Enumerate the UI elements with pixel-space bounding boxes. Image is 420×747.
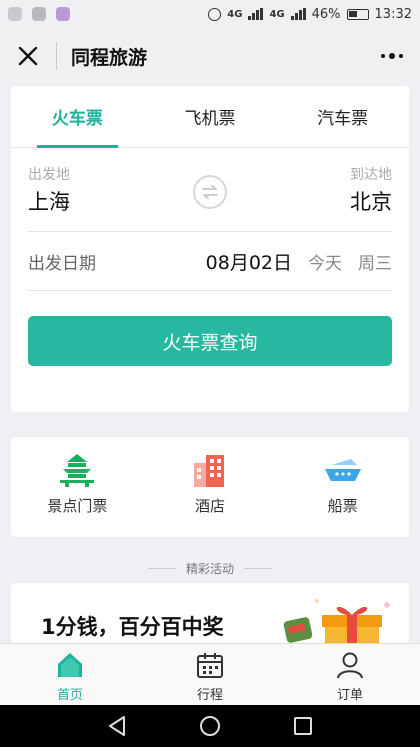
system-navigation-bar <box>0 705 420 747</box>
departure-label: 出发地 <box>28 167 70 183</box>
home-system-button[interactable] <box>196 712 224 740</box>
back-triangle-icon <box>108 716 125 736</box>
status-right: 4G 4G 46% 13:32 <box>208 7 412 22</box>
quick-link-ship-tickets[interactable]: 船票 <box>276 437 409 537</box>
train-ticket-search-button[interactable]: 火车票查询 <box>28 316 392 366</box>
more-dot <box>389 53 395 59</box>
quick-link-label: 酒店 <box>195 497 226 515</box>
close-button[interactable] <box>0 28 56 84</box>
date-label: 出发日期 <box>28 253 96 274</box>
divider-line <box>147 568 176 569</box>
recents-square-icon <box>294 717 313 735</box>
date-today: 今天 <box>308 253 342 274</box>
page-title: 同程旅游 <box>71 46 148 69</box>
more-dot <box>399 54 403 58</box>
departure-city[interactable]: 上海 <box>28 186 70 216</box>
quick-link-label: 景点门票 <box>47 497 108 515</box>
alarm-icon <box>208 7 222 21</box>
close-icon <box>18 46 38 66</box>
home-icon <box>58 653 82 677</box>
bottom-tab-bar: 首页 行程 订单 <box>0 643 420 705</box>
gift-box-icon <box>283 599 390 643</box>
notification-icons <box>8 7 70 21</box>
quick-link-hotel[interactable]: 酒店 <box>144 437 277 537</box>
swap-icon <box>202 185 218 199</box>
attraction-ticket-icon <box>60 454 95 487</box>
tab-home[interactable]: 首页 <box>0 644 140 705</box>
section-title-text: 精彩活动 <box>185 562 234 576</box>
ticket-search-card: 火车票 飞机票 汽车票 出发地 上海 到达地 北京 出发日期 08月02日 今天… <box>11 86 409 412</box>
promo-banner[interactable]: 1分钱，百分百中奖 <box>11 583 409 643</box>
calendar-icon <box>197 653 223 678</box>
signal-icon <box>248 8 264 20</box>
status-bar: 4G 4G 46% 13:32 <box>0 0 420 28</box>
arrival-city[interactable]: 北京 <box>350 186 392 216</box>
notification-icon <box>8 7 22 21</box>
arrival-label: 到达地 <box>350 167 392 183</box>
tab-bus-ticket[interactable]: 汽车票 <box>276 86 409 147</box>
signal-icon <box>290 8 306 20</box>
battery-percent: 46% <box>311 6 341 22</box>
ship-icon <box>324 459 361 481</box>
promo-text: 1分钱，百分百中奖 <box>41 615 224 639</box>
swap-cities-button[interactable] <box>193 175 227 209</box>
tab-flight-ticket[interactable]: 飞机票 <box>144 86 277 147</box>
date-value: 08月02日 <box>205 251 292 274</box>
nav-bar: 同程旅游 <box>0 28 420 84</box>
clock: 13:32 <box>374 6 412 22</box>
battery-icon <box>346 8 369 20</box>
recents-button[interactable] <box>289 712 317 740</box>
tab-label: 首页 <box>56 688 83 703</box>
quick-link-attraction-tickets[interactable]: 景点门票 <box>11 437 144 537</box>
notification-icon <box>56 7 70 21</box>
network-label-2: 4G <box>269 8 285 20</box>
nav-divider <box>56 42 57 70</box>
date-weekday: 周三 <box>358 253 392 274</box>
notification-icon <box>32 7 46 21</box>
network-label: 4G <box>227 8 243 20</box>
ticket-type-tabs: 火车票 飞机票 汽车票 <box>11 86 409 148</box>
more-button[interactable] <box>364 28 420 84</box>
tab-label: 订单 <box>336 688 363 703</box>
user-icon <box>337 652 363 679</box>
back-button[interactable] <box>103 712 131 740</box>
tab-itinerary[interactable]: 行程 <box>140 644 280 705</box>
quick-link-label: 船票 <box>327 497 358 515</box>
more-dot <box>381 54 385 58</box>
departure-date-row[interactable]: 出发日期 08月02日 今天 周三 <box>28 232 392 291</box>
hotel-icon <box>194 455 224 487</box>
home-circle-icon <box>199 716 220 736</box>
featured-activities-title: 精彩活动 <box>0 560 420 577</box>
tab-label: 行程 <box>196 688 223 703</box>
quick-links-card: 景点门票 酒店 船票 <box>11 437 409 537</box>
tab-train-ticket[interactable]: 火车票 <box>11 86 144 148</box>
tab-orders[interactable]: 订单 <box>280 644 420 705</box>
route-selector: 出发地 上海 到达地 北京 <box>28 148 392 232</box>
divider-line <box>244 568 272 569</box>
